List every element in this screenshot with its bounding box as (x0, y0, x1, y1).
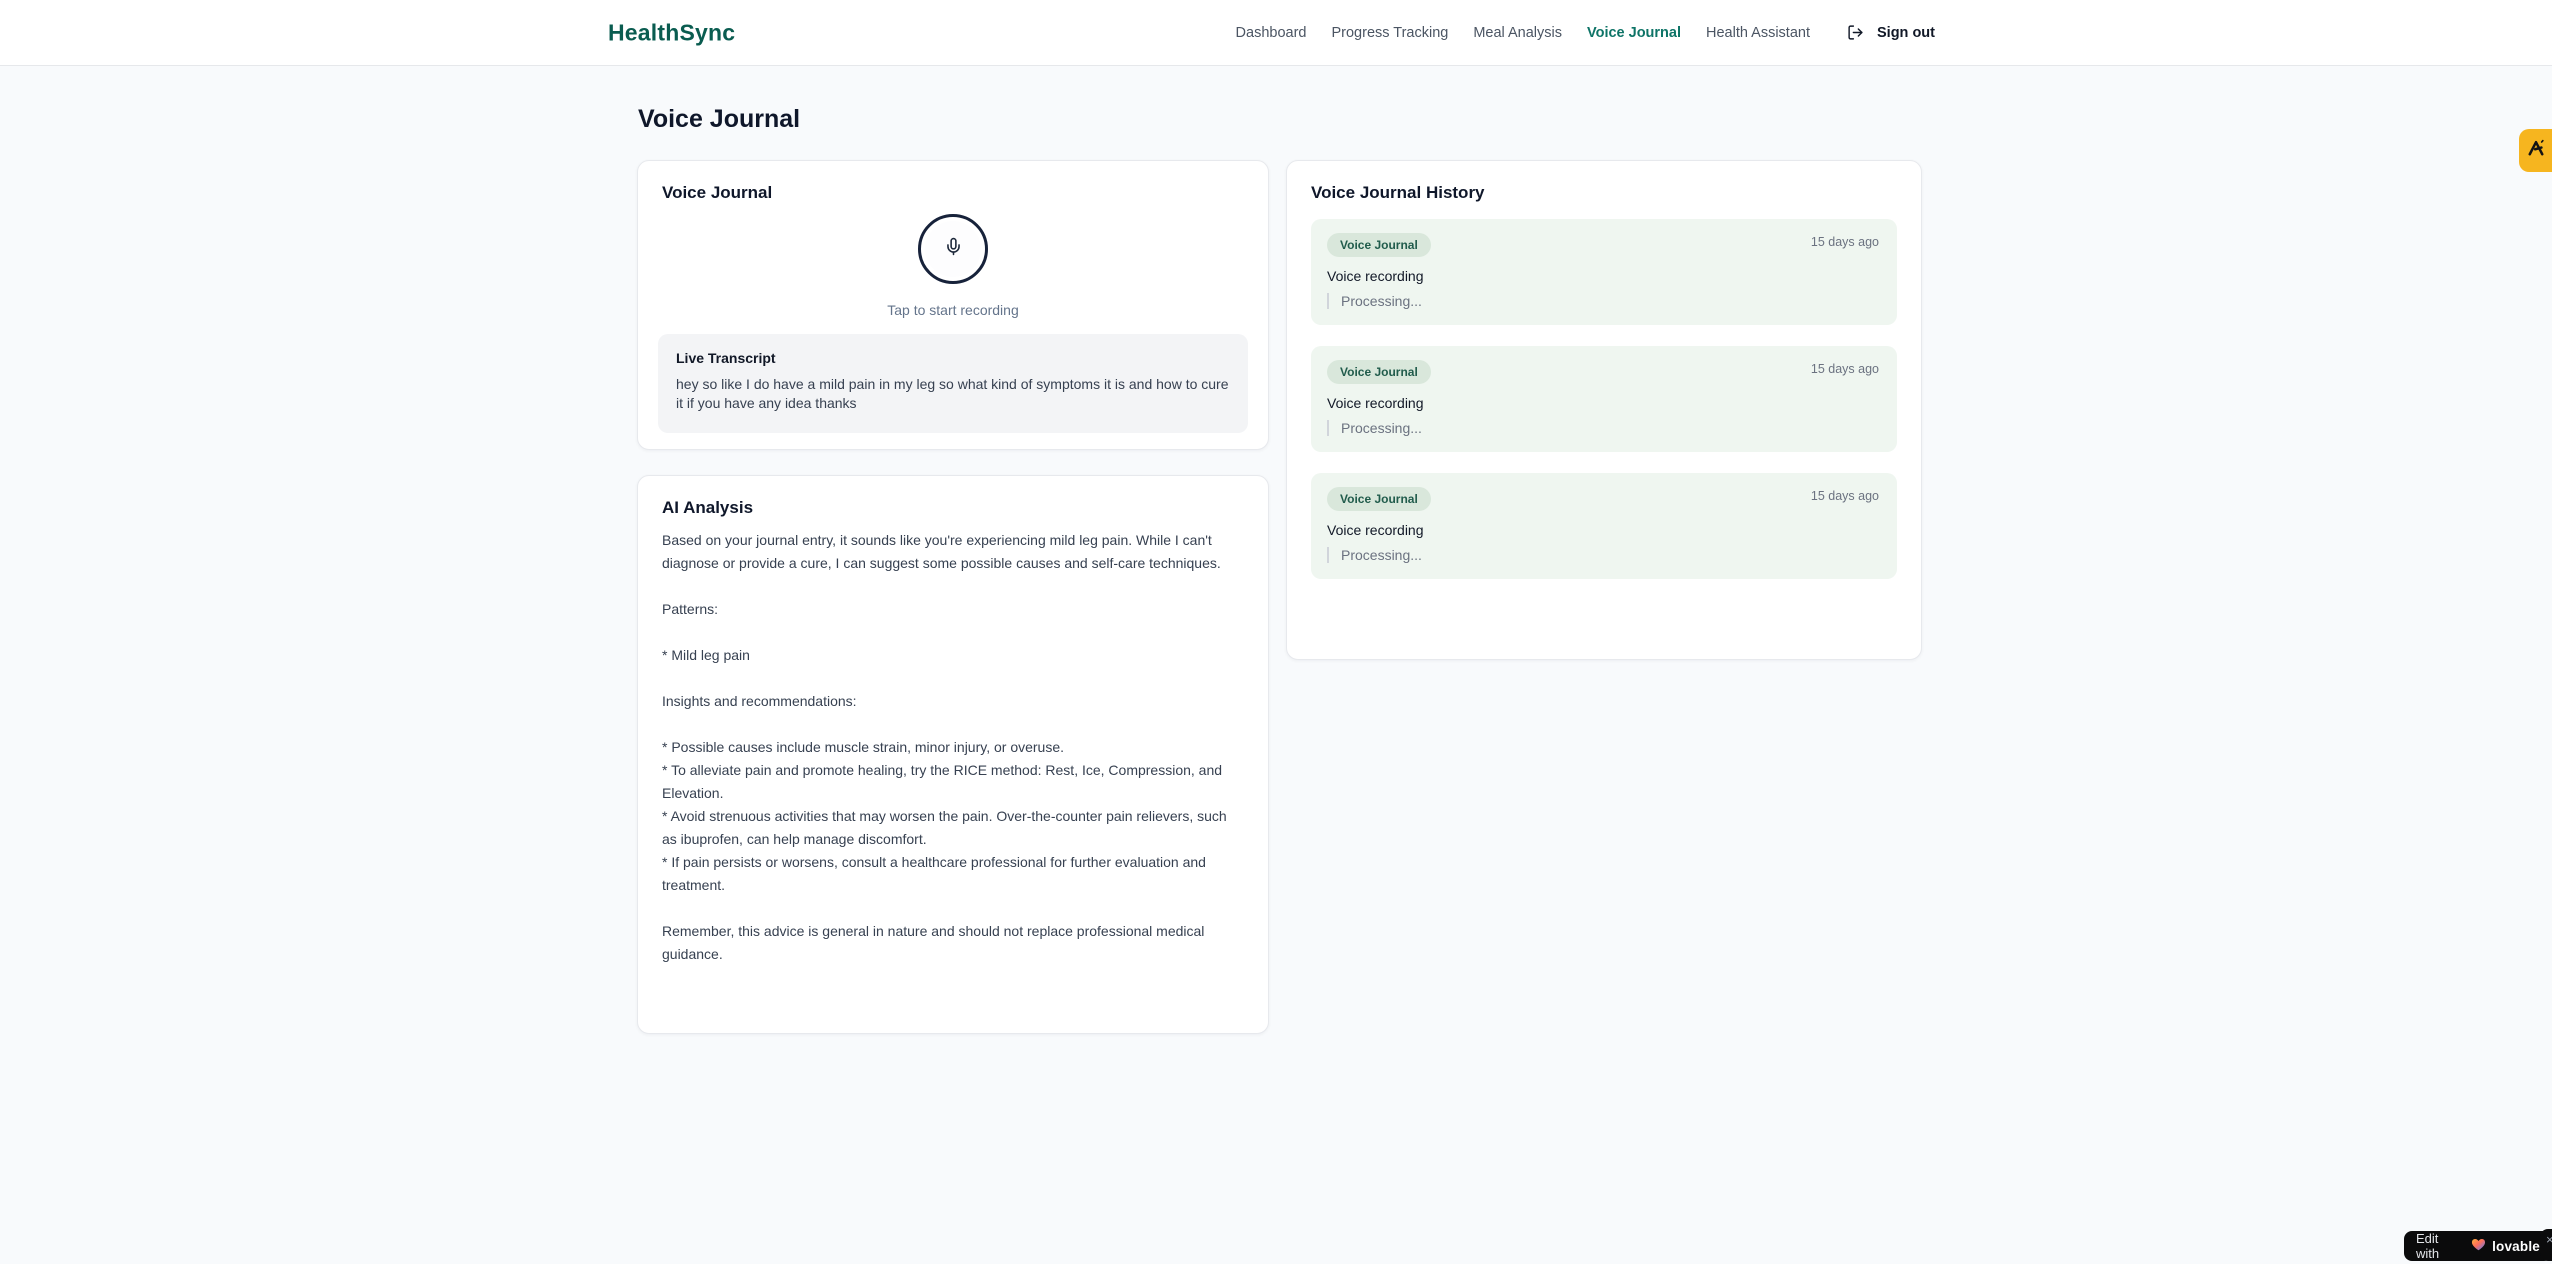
nav-item-health-assistant[interactable]: Health Assistant (1706, 25, 1810, 41)
lovable-label: lovable (2492, 1238, 2540, 1254)
entry-title: Voice recording (1327, 268, 1424, 284)
entry-status: Processing... (1327, 547, 1881, 563)
lovable-close-button[interactable]: × (2540, 1229, 2552, 1261)
nav-item-dashboard[interactable]: Dashboard (1236, 25, 1307, 41)
sign-out-label: Sign out (1877, 24, 1935, 41)
ai-analysis-body: Based on your journal entry, it sounds l… (662, 532, 1227, 962)
header: HealthSync Dashboard Progress Tracking M… (0, 0, 2552, 66)
page-title: Voice Journal (638, 105, 801, 133)
edit-with-label: Edit with (2416, 1231, 2440, 1261)
live-transcript-title: Live Transcript (676, 350, 776, 366)
history-entry[interactable]: Voice Journal 15 days ago Voice recordin… (1311, 473, 1897, 579)
logout-icon (1847, 24, 1864, 41)
entry-title: Voice recording (1327, 522, 1424, 538)
ai-analysis-card: AI Analysis Based on your journal entry,… (637, 475, 1269, 1034)
entry-status: Processing... (1327, 420, 1881, 436)
voice-journal-history-card: Voice Journal History Voice Journal 15 d… (1286, 160, 1922, 660)
history-entry-list: Voice Journal 15 days ago Voice recordin… (1311, 219, 1897, 600)
record-button[interactable] (918, 214, 988, 284)
mic-icon (944, 237, 963, 261)
ai-analysis-title: AI Analysis (662, 498, 754, 517)
entry-type-badge: Voice Journal (1327, 487, 1431, 511)
close-icon: × (2546, 1232, 2552, 1247)
heart-icon (2471, 1237, 2486, 1256)
entry-title: Voice recording (1327, 395, 1424, 411)
recorder-card-title: Voice Journal (662, 183, 773, 202)
live-transcript-text: hey so like I do have a mild pain in my … (676, 376, 1229, 411)
entry-timestamp: 15 days ago (1810, 235, 1879, 249)
entry-timestamp: 15 days ago (1810, 362, 1879, 376)
sign-out-button[interactable]: Sign out (1847, 24, 1935, 41)
entry-type-badge: Voice Journal (1327, 360, 1431, 384)
app-logo[interactable]: HealthSync (608, 19, 735, 46)
history-card-title: Voice Journal History (1311, 183, 1485, 202)
main-nav: Dashboard Progress Tracking Meal Analysi… (1236, 0, 1935, 65)
nav-item-progress-tracking[interactable]: Progress Tracking (1331, 25, 1448, 41)
entry-timestamp: 15 days ago (1810, 489, 1879, 503)
edit-with-lovable-badge[interactable]: Edit with lovable (2404, 1231, 2552, 1261)
entry-status: Processing... (1327, 293, 1881, 309)
history-entry[interactable]: Voice Journal 15 days ago Voice recordin… (1311, 219, 1897, 325)
live-transcript-box: Live Transcript hey so like I do have a … (658, 334, 1248, 433)
voice-journal-recorder-card: Voice Journal Tap to start recording Liv… (637, 160, 1269, 450)
nav-item-voice-journal[interactable]: Voice Journal (1587, 25, 1681, 41)
nav-item-meal-analysis[interactable]: Meal Analysis (1473, 25, 1562, 41)
entry-type-badge: Voice Journal (1327, 233, 1431, 257)
side-extension-tab[interactable] (2519, 129, 2552, 172)
history-entry[interactable]: Voice Journal 15 days ago Voice recordin… (1311, 346, 1897, 452)
tap-to-record-hint: Tap to start recording (887, 302, 1019, 318)
amber-logo-icon (2526, 138, 2546, 163)
